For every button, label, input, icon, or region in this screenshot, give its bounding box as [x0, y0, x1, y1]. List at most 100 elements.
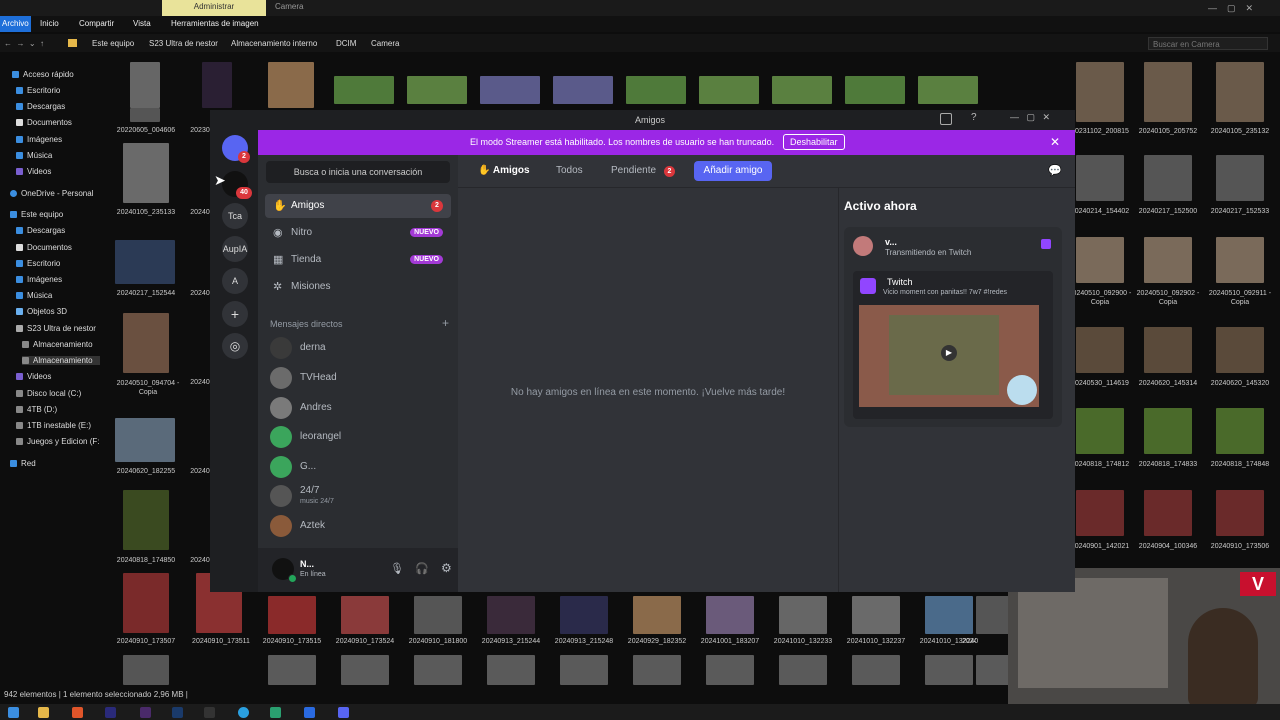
app-icon[interactable]	[270, 707, 281, 718]
windows-start-icon[interactable]	[8, 707, 19, 718]
ribbon-tab-archivo[interactable]: Archivo	[0, 16, 31, 32]
nav-item[interactable]: 1TB inestable (E:)	[16, 421, 91, 430]
play-icon[interactable]: ▶	[941, 345, 957, 361]
file-thumbnail[interactable]	[202, 62, 232, 108]
sidebar-item-nitro[interactable]: ◉ Nitro NUEVO	[265, 221, 451, 245]
nav-item[interactable]: S23 Ultra de nestor	[16, 324, 96, 333]
nav-item[interactable]: Escritorio	[16, 86, 60, 95]
file-thumbnail[interactable]	[341, 655, 389, 685]
nav-item-selected[interactable]: Almacenamiento	[22, 356, 100, 365]
file-thumbnail[interactable]	[115, 240, 175, 284]
file-thumbnail[interactable]	[1216, 237, 1264, 283]
sidebar-item-quests[interactable]: ✲ Misiones	[265, 275, 451, 299]
file-thumbnail[interactable]	[1144, 237, 1192, 283]
new-group-dm-icon[interactable]: 💬	[1048, 164, 1062, 177]
tab-all[interactable]: Todos	[556, 165, 583, 176]
close-banner-icon[interactable]: ✕	[1050, 135, 1060, 149]
sidebar-item-shop[interactable]: ▦ Tienda NUEVO	[265, 248, 451, 272]
file-thumbnail[interactable]	[123, 143, 169, 203]
home-discord-icon[interactable]: 2	[222, 135, 250, 163]
nav-item[interactable]: Acceso rápido	[12, 70, 74, 79]
file-thumbnail[interactable]	[480, 76, 540, 104]
breadcrumb-storage[interactable]: Almacenamiento interno	[231, 39, 317, 48]
inbox-icon[interactable]	[940, 113, 952, 125]
nav-item[interactable]: Música	[16, 291, 52, 300]
file-thumbnail[interactable]	[130, 108, 160, 122]
nav-item[interactable]: Documentos	[16, 118, 72, 127]
discord-taskbar-icon[interactable]	[338, 707, 349, 718]
file-thumbnail[interactable]	[1216, 490, 1264, 536]
nav-item[interactable]: Este equipo	[10, 210, 63, 219]
file-thumbnail[interactable]	[925, 596, 973, 634]
file-thumbnail[interactable]	[918, 76, 978, 104]
file-thumbnail[interactable]	[1144, 490, 1192, 536]
breadcrumb-este-equipo[interactable]: Este equipo	[92, 39, 134, 48]
server-icon[interactable]: AupIA	[222, 236, 248, 262]
file-thumbnail[interactable]	[779, 596, 827, 634]
dm-item[interactable]: Andres	[265, 394, 451, 422]
file-thumbnail[interactable]	[115, 418, 175, 462]
file-thumbnail[interactable]	[1076, 408, 1124, 454]
dm-item[interactable]: 24/7 music 24/7	[265, 482, 451, 510]
file-thumbnail[interactable]	[407, 76, 467, 104]
nav-item[interactable]: 4TB (D:)	[16, 405, 57, 414]
app-icon[interactable]	[304, 707, 315, 718]
file-thumbnail[interactable]	[1144, 327, 1192, 373]
file-thumbnail[interactable]	[268, 596, 316, 634]
breadcrumb-device[interactable]: S23 Ultra de nestor	[149, 39, 218, 48]
file-thumbnail[interactable]	[487, 655, 535, 685]
file-thumbnail[interactable]	[699, 76, 759, 104]
file-thumbnail[interactable]	[268, 655, 316, 685]
activity-card[interactable]: v... Transmitiendo en Twitch Twitch Vici…	[844, 227, 1062, 427]
gear-icon[interactable]: ⚙	[441, 561, 452, 575]
after-effects-icon[interactable]	[140, 707, 151, 718]
file-thumbnail[interactable]	[123, 313, 169, 373]
microphone-icon[interactable]: 🎙	[390, 562, 404, 575]
file-thumbnail[interactable]	[123, 573, 169, 633]
breadcrumb-camera[interactable]: Camera	[371, 39, 399, 48]
explorer-search-input[interactable]: Buscar en Camera	[1148, 37, 1268, 50]
tab-pending[interactable]: Pendiente	[611, 165, 656, 176]
dm-item[interactable]: leorangel	[265, 423, 451, 451]
photoshop-icon[interactable]	[172, 707, 183, 718]
nav-item[interactable]: Videos	[16, 167, 51, 176]
add-friend-button[interactable]: Añadir amigo	[694, 161, 772, 181]
stream-card[interactable]: Twitch Vicio moment con panitas!! 7w7 #!…	[853, 271, 1053, 419]
telegram-icon[interactable]	[238, 707, 249, 718]
admin-context-tab[interactable]: Administrar	[162, 0, 266, 16]
file-explorer-icon[interactable]	[38, 707, 49, 718]
file-thumbnail[interactable]	[1076, 62, 1124, 122]
server-icon[interactable]: A	[222, 268, 248, 294]
file-thumbnail[interactable]	[1216, 408, 1264, 454]
file-thumbnail[interactable]	[1076, 490, 1124, 536]
file-thumbnail[interactable]	[334, 76, 394, 104]
new-dm-icon[interactable]: +	[442, 316, 449, 330]
file-thumbnail[interactable]	[1076, 237, 1124, 283]
nav-item[interactable]: Almacenamiento	[22, 340, 93, 349]
nav-item[interactable]: Música	[16, 151, 52, 160]
file-thumbnail[interactable]	[1076, 155, 1124, 201]
premiere-icon[interactable]	[105, 707, 116, 718]
file-thumbnail[interactable]	[414, 596, 462, 634]
sidebar-item-friends[interactable]: ✋ Amigos 2	[265, 194, 451, 218]
file-thumbnail[interactable]	[553, 76, 613, 104]
nav-item[interactable]: Descargas	[16, 102, 65, 111]
nav-item[interactable]: Imágenes	[16, 135, 62, 144]
file-thumbnail[interactable]	[123, 490, 169, 550]
brave-icon[interactable]	[72, 707, 83, 718]
obs-icon[interactable]	[204, 707, 215, 718]
ribbon-tab-vista[interactable]: Vista	[133, 19, 151, 28]
file-thumbnail[interactable]	[268, 62, 314, 108]
file-thumbnail[interactable]	[779, 655, 827, 685]
file-thumbnail[interactable]	[852, 596, 900, 634]
file-thumbnail[interactable]	[1216, 155, 1264, 201]
stream-preview[interactable]: ▶	[859, 305, 1039, 407]
file-thumbnail[interactable]	[626, 76, 686, 104]
add-server-icon[interactable]: +	[222, 301, 248, 327]
file-thumbnail[interactable]	[1144, 155, 1192, 201]
file-thumbnail[interactable]	[1076, 327, 1124, 373]
file-thumbnail[interactable]	[1216, 327, 1264, 373]
file-thumbnail[interactable]	[130, 62, 160, 108]
file-thumbnail[interactable]	[925, 655, 973, 685]
nav-item[interactable]: Descargas	[16, 226, 65, 235]
